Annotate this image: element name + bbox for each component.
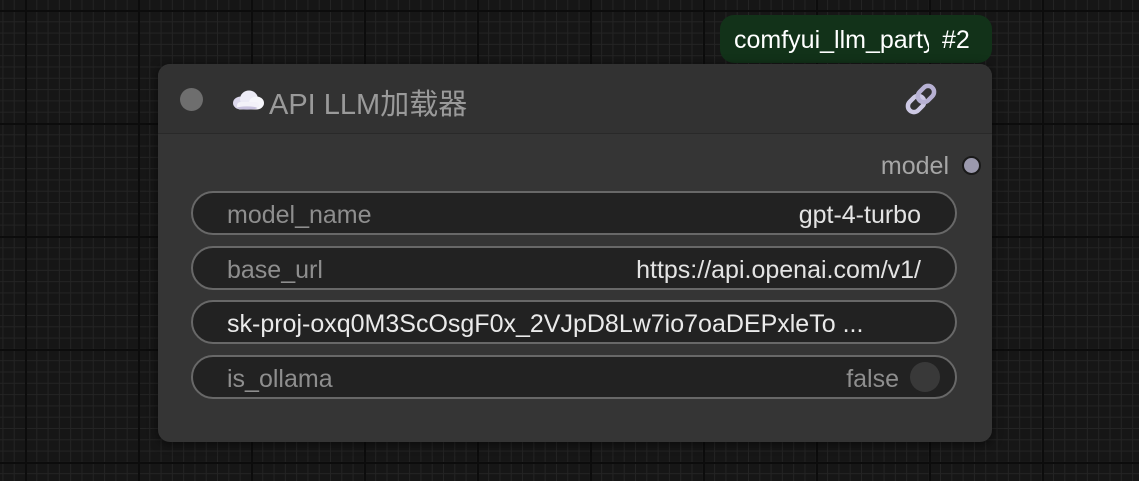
toggle-value: false (846, 365, 899, 393)
base-url-widget[interactable]: base_url https://api.openai.com/v1/ (191, 246, 957, 290)
widget-value: gpt-4-turbo (798, 201, 921, 229)
widget-label: base_url (227, 256, 323, 284)
link-icon[interactable] (902, 82, 940, 116)
badge-source-label: comfyui_llm_party (734, 26, 929, 54)
node-title: API LLM加载器 (269, 89, 468, 121)
toggle-knob[interactable] (910, 362, 940, 392)
api-key-value: sk-proj-oxq0M3ScOsgF0x_2VJpD8Lw7io7oaDEP… (227, 310, 864, 338)
is-ollama-toggle[interactable]: is_ollama false (191, 355, 957, 399)
output-socket-model[interactable] (962, 156, 981, 175)
node-header[interactable]: API LLM加载器 (158, 64, 992, 134)
cloud-icon (233, 90, 264, 110)
collapse-toggle[interactable] (180, 88, 203, 111)
output-label-model: model (880, 152, 949, 180)
widget-label: is_ollama (227, 365, 333, 393)
widget-label: model_name (227, 201, 372, 229)
api-llm-loader-node[interactable]: API LLM加载器 model model_name gpt-4-turbo … (158, 64, 992, 442)
api-key-widget[interactable]: sk-proj-oxq0M3ScOsgF0x_2VJpD8Lw7io7oaDEP… (191, 300, 957, 344)
node-source-badge: comfyui_llm_party #2 (720, 15, 992, 63)
badge-node-id: #2 (942, 26, 970, 54)
widget-value: https://api.openai.com/v1/ (636, 256, 921, 284)
model-name-widget[interactable]: model_name gpt-4-turbo (191, 191, 957, 235)
